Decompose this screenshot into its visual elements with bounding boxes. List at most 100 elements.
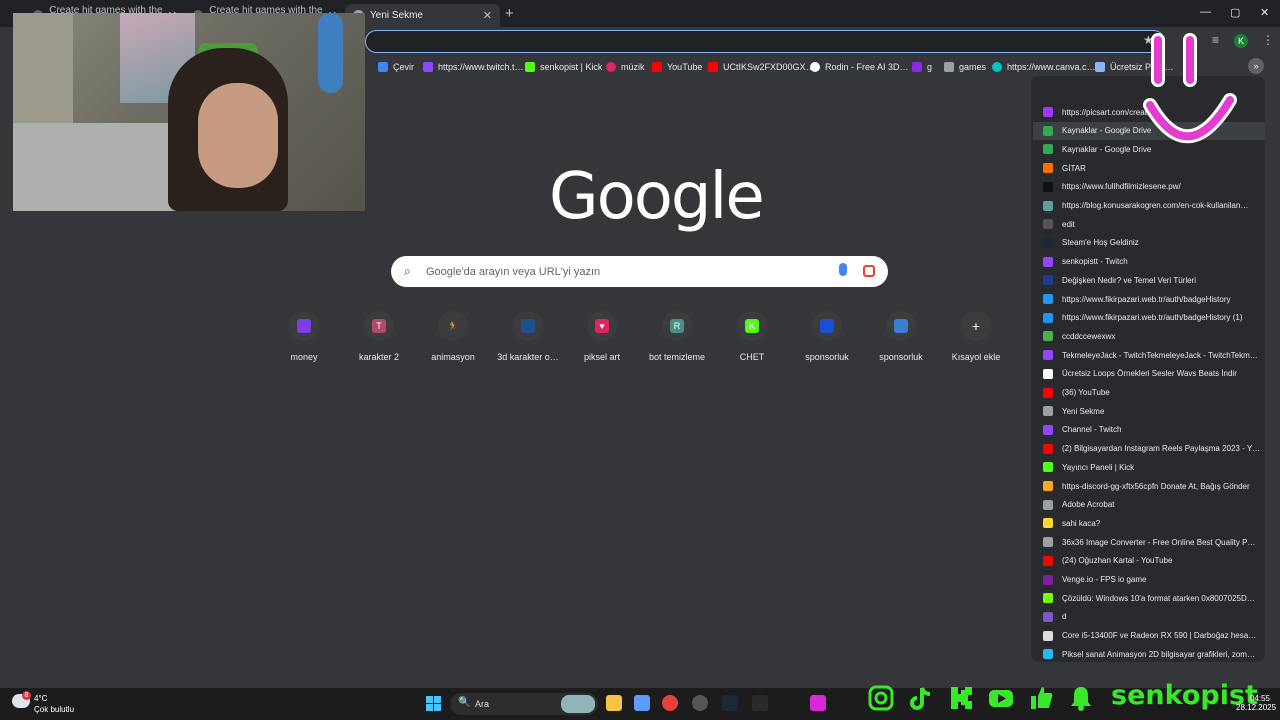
history-item[interactable]: senkopistt - Twitch bbox=[1043, 253, 1265, 271]
history-item[interactable]: https://www.fikirpazari.web.tr/auth/badg… bbox=[1043, 309, 1265, 327]
obs-icon[interactable] bbox=[692, 695, 708, 711]
shortcut-tile[interactable]: sponsorluk bbox=[866, 311, 936, 362]
history-favicon-icon bbox=[1043, 237, 1053, 248]
history-item[interactable]: Değişken Nedir? ve Temel Veri Türleri bbox=[1043, 271, 1265, 289]
shortcut-tile[interactable]: Tkarakter 2 bbox=[344, 311, 414, 362]
shortcut-tile[interactable]: Rbot temizleme bbox=[642, 311, 712, 362]
bookmark-youtube[interactable]: YouTube bbox=[652, 57, 702, 76]
history-item-title: Piksel sanat Animasyon 2D bilgisayar gra… bbox=[1062, 649, 1255, 659]
history-item[interactable]: Ücretsiz Loops Örnekleri Sesler Wavs Bea… bbox=[1043, 365, 1265, 383]
search-icon: 🔍 bbox=[458, 697, 471, 708]
shortcut-label: sponsorluk bbox=[805, 352, 849, 362]
history-item[interactable]: https://blog.konusarakogren.com/en-cok-k… bbox=[1043, 197, 1265, 215]
shortcut-tile[interactable]: K CHET bbox=[717, 311, 787, 362]
history-favicon-icon bbox=[1043, 462, 1053, 473]
new-tab-button[interactable]: + bbox=[505, 5, 514, 22]
shortcut-icon-circle: R bbox=[662, 311, 692, 341]
kick-icon bbox=[912, 61, 922, 72]
history-item[interactable]: Core i5-13400F ve Radeon RX 590 | Darboğ… bbox=[1043, 627, 1265, 645]
maximize-button[interactable]: ▢ bbox=[1230, 6, 1240, 19]
search-placeholder: Google'da arayın veya URL'yi yazın bbox=[426, 266, 601, 278]
history-item[interactable]: d bbox=[1043, 608, 1265, 626]
canva-icon bbox=[992, 61, 1002, 72]
shortcut-tile[interactable]: money bbox=[269, 311, 339, 362]
history-item[interactable]: edit bbox=[1043, 215, 1265, 233]
weather-condition[interactable]: Çok bulutlu bbox=[34, 705, 74, 714]
store-icon[interactable] bbox=[634, 695, 650, 711]
shortcut-icon-circle: T bbox=[364, 311, 394, 341]
history-item-title: Kaynaklar - Google Drive bbox=[1062, 144, 1152, 154]
bookmark-cevir[interactable]: Çevir bbox=[378, 57, 414, 76]
history-item[interactable]: https-discord-gg-xftx56cpfn Donate At, B… bbox=[1043, 477, 1265, 495]
history-item[interactable]: Steam'e Hoş Geldiniz bbox=[1043, 234, 1265, 252]
tab-yeni-sekme[interactable]: Yeni Sekme ✕ bbox=[345, 4, 500, 27]
bell-icon bbox=[1071, 687, 1091, 711]
history-item[interactable]: TekmeleyeJack - TwitchTekmeleyeJack - Tw… bbox=[1043, 346, 1265, 364]
shortcut-tile[interactable]: + Kısayol ekle bbox=[941, 311, 1011, 362]
history-item[interactable]: Venge.io - FPS io game bbox=[1043, 571, 1265, 589]
bookmarks-overflow-button[interactable]: » bbox=[1248, 58, 1264, 74]
file-explorer-icon[interactable] bbox=[606, 695, 622, 711]
shortcut-icon-circle bbox=[812, 311, 842, 341]
bookmark-canva[interactable]: https://www.canva.c… bbox=[992, 57, 1096, 76]
google-lens-icon[interactable] bbox=[863, 265, 875, 277]
history-item[interactable]: GİTAR bbox=[1043, 159, 1265, 177]
history-item[interactable]: 36x36 Image Converter - Free Online Best… bbox=[1043, 533, 1265, 551]
chrome-icon[interactable] bbox=[662, 695, 678, 711]
app-icon[interactable] bbox=[810, 695, 826, 711]
bookmark-youtube-channel[interactable]: UCtIKSw2FXD00GX… bbox=[708, 57, 815, 76]
tiktok-icon bbox=[910, 687, 931, 710]
history-item[interactable]: ccddccewexwx bbox=[1043, 327, 1265, 345]
history-item[interactable]: https://www.fikirpazari.web.tr/auth/badg… bbox=[1043, 290, 1265, 308]
address-bar[interactable] bbox=[365, 30, 1165, 53]
history-item[interactable]: sahi kaca? bbox=[1043, 514, 1265, 532]
bookmark-twitch[interactable]: https://www.twitch.t… bbox=[423, 57, 524, 76]
search-box[interactable]: ⌕ Google'da arayın veya URL'yi yazın bbox=[391, 256, 888, 287]
bookmark-g[interactable]: g bbox=[912, 57, 932, 76]
history-item-title: d bbox=[1062, 612, 1067, 622]
history-item-title: GİTAR bbox=[1062, 163, 1086, 173]
history-item[interactable]: (2) Bilgisayardan Instagram Reels Paylaş… bbox=[1043, 440, 1265, 458]
minimize-button[interactable]: — bbox=[1200, 6, 1211, 18]
history-favicon-icon bbox=[1043, 275, 1053, 286]
windows-start-icon[interactable] bbox=[426, 696, 441, 711]
tab-close-icon[interactable]: ✕ bbox=[483, 9, 492, 22]
history-item-title: Venge.io - FPS io game bbox=[1062, 575, 1147, 584]
history-item[interactable]: Çözüldü: Windows 10'a format atarken 0x8… bbox=[1043, 589, 1265, 607]
history-favicon-icon bbox=[1043, 630, 1053, 641]
bookmark-kick[interactable]: senkopist | Kick bbox=[525, 57, 602, 76]
shortcut-icon-circle: 🏃 bbox=[438, 311, 468, 341]
history-item[interactable]: Adobe Acrobat bbox=[1043, 496, 1265, 514]
steam-icon[interactable] bbox=[722, 695, 738, 711]
shortcut-tile[interactable]: 3d karakter o… bbox=[493, 311, 563, 362]
taskbar-search[interactable]: 🔍 Ara bbox=[450, 693, 598, 715]
taskbar-clock[interactable]: 04:55 28.12.2025 bbox=[1236, 694, 1276, 712]
weather-temperature[interactable]: 4°C bbox=[34, 694, 47, 703]
shortcut-favicon-icon bbox=[820, 319, 834, 333]
close-window-button[interactable]: ✕ bbox=[1260, 6, 1269, 19]
bookmark-rodin[interactable]: Rodin - Free AI 3D… bbox=[810, 57, 909, 76]
bookmark-folder-games[interactable]: games bbox=[944, 57, 986, 76]
epic-games-icon[interactable] bbox=[752, 695, 768, 711]
history-item[interactable]: Yayıncı Paneli | Kick bbox=[1043, 458, 1265, 476]
shortcut-tile[interactable]: sponsorluk bbox=[792, 311, 862, 362]
history-favicon-icon bbox=[1043, 555, 1053, 566]
history-item[interactable]: Channel - Twitch bbox=[1043, 421, 1265, 439]
menu-kebab-icon[interactable]: ⋮ bbox=[1262, 33, 1274, 47]
shortcut-tile[interactable]: ♥ piksel art bbox=[567, 311, 637, 362]
history-item-title: https://www.fikirpazari.web.tr/auth/badg… bbox=[1062, 313, 1243, 323]
voice-search-icon[interactable] bbox=[839, 263, 847, 276]
history-item-title: edit bbox=[1062, 219, 1075, 229]
history-item[interactable]: (36) YouTube bbox=[1043, 384, 1265, 402]
history-item[interactable]: https://www.fullhdfilmizlesene.pw/ bbox=[1043, 178, 1265, 196]
history-item-title: https://www.fikirpazari.web.tr/auth/badg… bbox=[1062, 294, 1231, 304]
history-item[interactable]: Yeni Sekme bbox=[1043, 402, 1265, 420]
shortcut-tile[interactable]: 🏃 animasyon bbox=[418, 311, 488, 362]
bookmark-muzik[interactable]: müzik bbox=[606, 57, 645, 76]
history-item[interactable]: Piksel sanat Animasyon 2D bilgisayar gra… bbox=[1043, 645, 1265, 663]
shortcut-favicon-icon: 🏃 bbox=[446, 319, 460, 333]
history-favicon-icon bbox=[1043, 368, 1053, 379]
shortcut-icon-circle: K bbox=[737, 311, 767, 341]
history-item[interactable]: (24) Oğuzhan Kartal - YouTube bbox=[1043, 552, 1265, 570]
shortcut-favicon-icon: ♥ bbox=[595, 319, 609, 333]
